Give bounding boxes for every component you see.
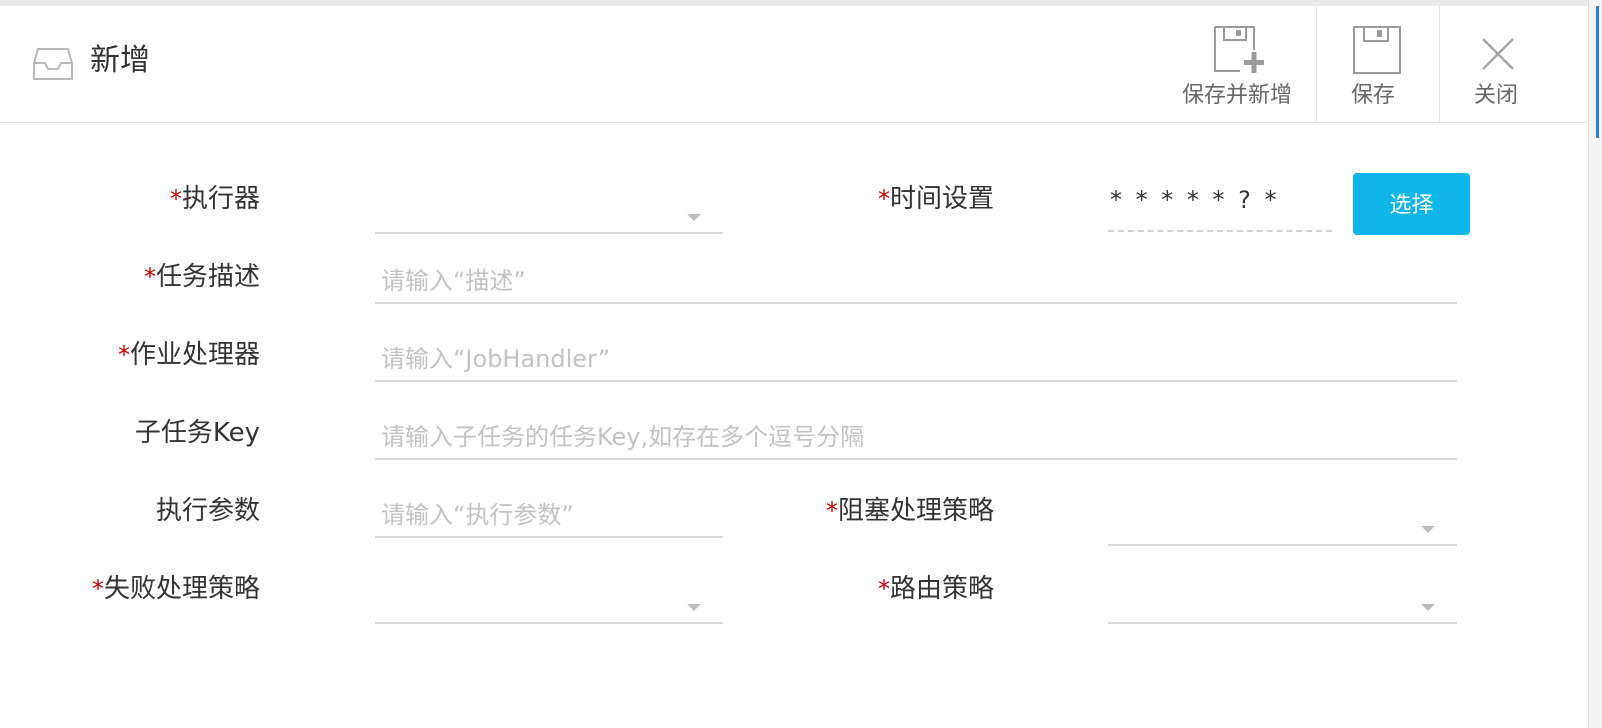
- cron-expression-value: * * * * * ? *: [1110, 186, 1280, 214]
- fail-strategy-select[interactable]: [375, 578, 723, 624]
- page-background-strip: [1588, 0, 1602, 728]
- chevron-down-icon: [687, 214, 701, 221]
- cron-expression-field[interactable]: * * * * * ? *: [1108, 176, 1332, 232]
- dialog-header: 新增 保存并新增 保存 关闭: [0, 6, 1588, 123]
- choose-cron-button[interactable]: 选择: [1353, 173, 1470, 235]
- close-button[interactable]: 关闭: [1440, 6, 1556, 122]
- inbox-icon: [32, 46, 74, 82]
- fail-strategy-label: *失败处理策略: [91, 574, 260, 604]
- required-mark: *: [143, 263, 156, 291]
- time-setting-label: *时间设置: [877, 184, 994, 214]
- chevron-down-icon: [1421, 604, 1435, 611]
- job-handler-label: *作业处理器: [117, 340, 260, 370]
- task-desc-label: *任务描述: [143, 262, 260, 292]
- executor-label: *执行器: [169, 184, 260, 214]
- scrollbar-thumb[interactable]: [1596, 6, 1599, 138]
- block-strategy-select[interactable]: [1108, 500, 1457, 546]
- save-and-new-label: 保存并新增: [1182, 83, 1293, 108]
- child-key-label: 子任务Key: [134, 418, 260, 448]
- exec-params-label: 执行参数: [155, 496, 260, 526]
- dialog-title: 新增: [90, 43, 150, 78]
- required-mark: *: [117, 341, 130, 369]
- chevron-down-icon: [687, 604, 701, 611]
- route-strategy-label: *路由策略: [877, 574, 994, 604]
- required-mark: *: [169, 185, 182, 213]
- required-mark: *: [91, 575, 104, 603]
- page-background-divider: [1588, 0, 1589, 728]
- job-handler-input[interactable]: [375, 338, 1457, 382]
- exec-params-input[interactable]: [375, 494, 723, 538]
- route-strategy-select[interactable]: [1108, 578, 1457, 624]
- add-dialog: 新增 保存并新增 保存 关闭 *执行器 *时间设置 * * * * * ? * …: [0, 6, 1588, 728]
- task-desc-input[interactable]: [375, 260, 1457, 304]
- save-button[interactable]: 保存: [1317, 6, 1439, 122]
- executor-select[interactable]: [375, 188, 723, 234]
- child-key-input[interactable]: [375, 416, 1457, 460]
- required-mark: *: [877, 185, 890, 213]
- required-mark: *: [825, 497, 838, 525]
- block-strategy-label: *阻塞处理策略: [825, 496, 994, 526]
- chevron-down-icon: [1421, 526, 1435, 533]
- save-label: 保存: [1351, 83, 1396, 108]
- close-label: 关闭: [1474, 83, 1519, 108]
- save-and-new-button[interactable]: 保存并新增: [1170, 6, 1316, 122]
- required-mark: *: [877, 575, 890, 603]
